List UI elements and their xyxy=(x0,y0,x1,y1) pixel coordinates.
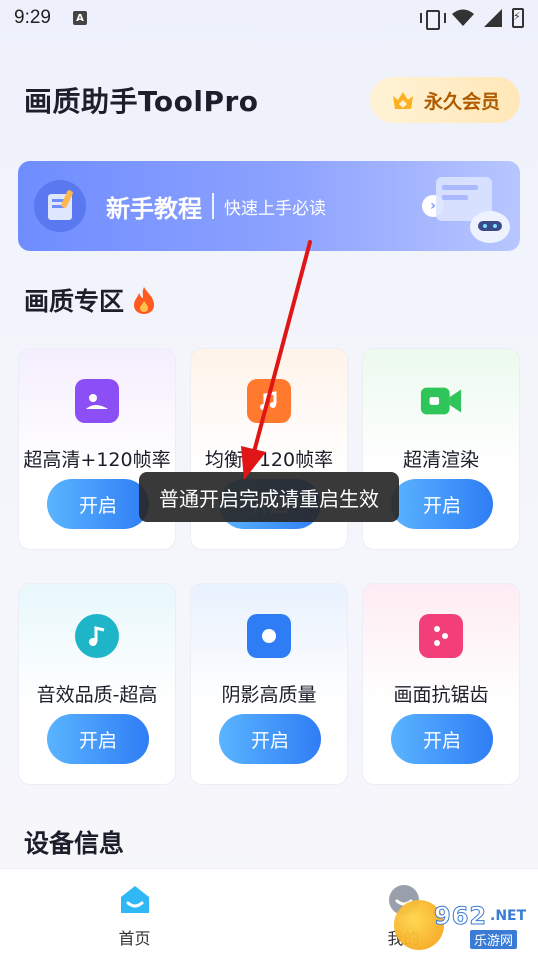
crown-icon xyxy=(392,92,413,109)
home-icon xyxy=(120,886,149,913)
open-button[interactable]: 开启 xyxy=(391,714,493,764)
nav-home-label: 首页 xyxy=(118,929,151,948)
device-section-label: 设备信息 xyxy=(24,829,125,858)
wifi-icon xyxy=(452,9,474,26)
open-button[interactable]: 开启 xyxy=(219,714,321,764)
open-button[interactable]: 开启 xyxy=(391,479,493,529)
vip-label: 永久会员 xyxy=(423,90,500,113)
card-label: 超清渲染 xyxy=(402,449,479,471)
open-button[interactable]: 开启 xyxy=(47,714,149,764)
music-image-icon xyxy=(247,379,291,423)
open-button[interactable]: 开启 xyxy=(47,479,149,529)
quality-section-title: 画质专区 xyxy=(24,282,158,318)
watermark-net: .NET xyxy=(490,908,527,924)
dice-icon xyxy=(419,614,463,658)
device-section-title: 设备信息 xyxy=(24,824,124,860)
card-label: 超高清+120帧率 xyxy=(23,449,171,471)
card-label: 均衡+120帧率 xyxy=(204,449,334,471)
app-header: 画质助手ToolPro 永久会员 xyxy=(24,77,520,123)
image-icon xyxy=(75,379,119,423)
quality-card: 阴影高质量 开启 xyxy=(190,583,348,785)
tutorial-banner[interactable]: 新手教程 快速上手必读 › xyxy=(18,161,520,251)
status-time: 9:29 xyxy=(14,7,51,28)
vibrate-icon xyxy=(420,9,446,30)
quality-section-label: 画质专区 xyxy=(24,287,125,316)
card-label: 音效品质-超高 xyxy=(36,684,158,706)
quality-card: 音效品质-超高 开启 xyxy=(18,583,176,785)
signal-icon xyxy=(484,9,502,27)
quality-card: 画面抗锯齿 开启 xyxy=(362,583,520,785)
card-label: 画面抗锯齿 xyxy=(393,684,489,706)
tutorial-title: 新手教程 xyxy=(106,194,202,223)
battery-icon xyxy=(512,8,524,28)
watermark-logo: 962 .NET 乐游网 xyxy=(394,900,530,952)
status-icons xyxy=(420,8,524,30)
card-label: 阴影高质量 xyxy=(221,684,317,706)
record-icon xyxy=(247,614,291,658)
toast-message: 普通开启完成请重启生效 xyxy=(139,472,399,522)
nav-home[interactable]: 首页 xyxy=(0,869,269,956)
tutorial-book-icon xyxy=(34,180,86,232)
fire-icon xyxy=(134,287,155,314)
robot-illustration-icon xyxy=(436,177,510,243)
app-title: 画质助手ToolPro xyxy=(24,85,259,118)
status-bar: 9:29 A xyxy=(0,0,538,36)
watermark-sub: 乐游网 xyxy=(470,930,518,949)
watermark-text: 962 xyxy=(433,902,488,931)
tutorial-divider xyxy=(212,193,214,219)
music-note-icon xyxy=(75,614,119,658)
tutorial-subtitle: 快速上手必读 xyxy=(224,198,326,219)
vip-button[interactable]: 永久会员 xyxy=(370,77,520,123)
notification-a-icon: A xyxy=(72,11,87,25)
video-camera-icon xyxy=(419,379,463,423)
